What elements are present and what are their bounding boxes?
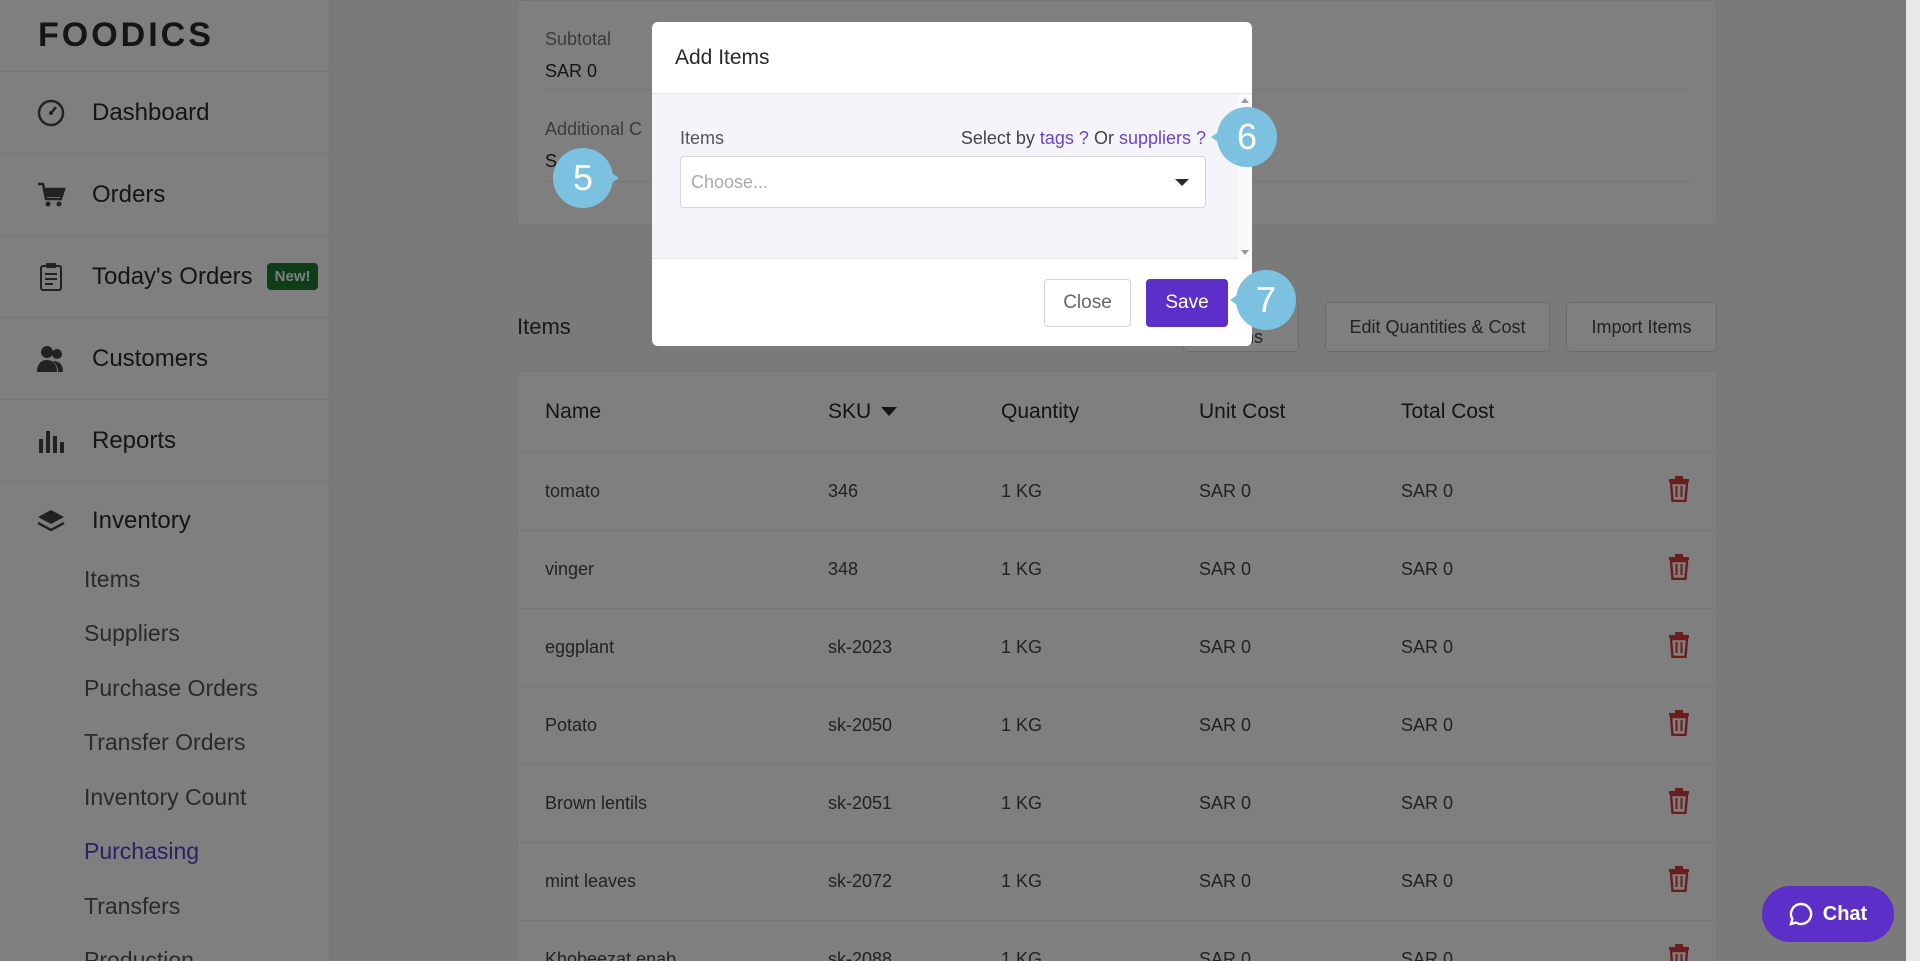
tags-link[interactable]: tags ? [1040,128,1089,148]
callout-5: 5 [553,148,619,208]
select-by-prefix: Select by [960,128,1035,148]
chevron-down-icon [1175,179,1189,186]
select-by-text: Select by tags ? Or suppliers ? [961,128,1206,149]
callout-6-pointer [1211,122,1233,152]
callout-7-pointer [1230,285,1252,315]
modal-body: Items Select by tags ? Or suppliers ? Ch… [652,94,1252,259]
items-select[interactable]: Choose... [680,156,1206,208]
add-items-modal: Add Items Items Select by tags ? Or supp… [652,22,1252,346]
suppliers-link[interactable]: suppliers ? [1119,128,1206,148]
page-scrollbar[interactable] [1906,0,1920,961]
close-button[interactable]: Close [1044,279,1131,327]
chat-button[interactable]: Chat [1762,886,1894,942]
or-text: Or [1093,128,1114,148]
scroll-up-arrow-icon[interactable] [1241,98,1249,103]
callout-6: 6 [1211,107,1277,167]
items-field-label: Items [680,128,725,148]
save-button[interactable]: Save [1146,279,1228,327]
callout-7: 7 [1230,270,1296,330]
scroll-down-arrow-icon[interactable] [1241,250,1249,255]
items-select-placeholder: Choose... [691,171,769,192]
modal-title: Add Items [652,22,1252,94]
chat-bubble-icon [1789,902,1813,926]
callout-5-pointer [597,163,619,193]
chat-label: Chat [1822,902,1868,925]
